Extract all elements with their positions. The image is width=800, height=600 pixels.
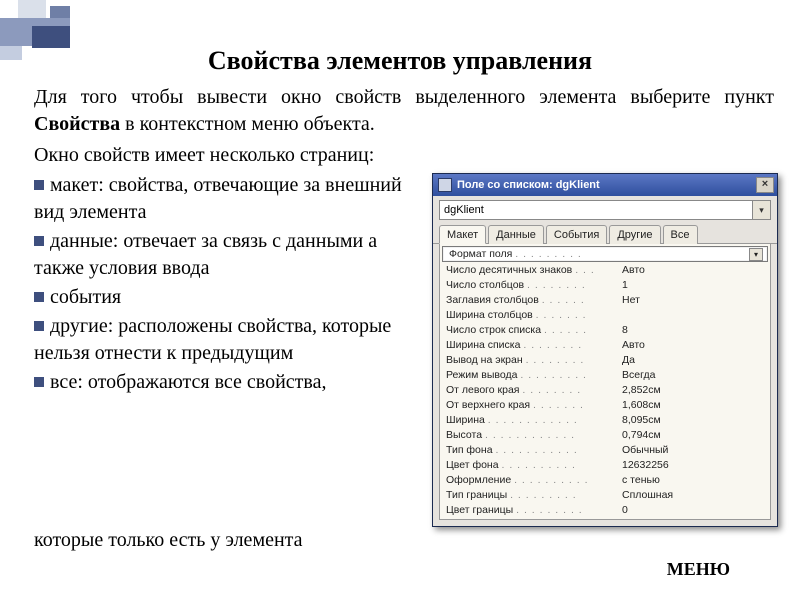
- window-title: Поле со списком: dgKlient: [457, 179, 751, 191]
- property-name: Тип границы . . . . . . . . .: [446, 489, 622, 501]
- tab-layout[interactable]: Макет: [439, 225, 486, 244]
- property-row[interactable]: От левого края . . . . . . . . 2,852см: [440, 382, 770, 397]
- property-row[interactable]: Цвет фона . . . . . . . . . . 12632256: [440, 457, 770, 472]
- bullet-list: макет: свойства, отвечающие за внешний в…: [34, 171, 422, 397]
- property-value[interactable]: 1,608см: [622, 399, 766, 411]
- property-name: Вывод на экран . . . . . . . .: [446, 354, 622, 366]
- object-selector[interactable]: ▾: [439, 200, 771, 220]
- property-row[interactable]: От верхнего края . . . . . . . 1,608см: [440, 397, 770, 412]
- property-value[interactable]: Авто: [622, 339, 766, 351]
- property-value[interactable]: 2,852см: [622, 384, 766, 396]
- properties-window: Поле со списком: dgKlient × ▾ Макет Данн…: [432, 173, 778, 527]
- property-value[interactable]: Нет: [622, 294, 766, 306]
- property-name: Ширина столбцов . . . . . . .: [446, 309, 622, 321]
- property-name: Оформление . . . . . . . . . .: [446, 474, 622, 486]
- property-name: Ширина списка . . . . . . . .: [446, 339, 622, 351]
- property-row[interactable]: Оформление . . . . . . . . . . с тенью: [440, 472, 770, 487]
- property-name: Заглавия столбцов . . . . . .: [446, 294, 622, 306]
- property-value[interactable]: с тенью: [622, 474, 766, 486]
- property-row[interactable]: Цвет границы . . . . . . . . . 0: [440, 502, 770, 517]
- property-name: Число столбцов . . . . . . . .: [446, 279, 622, 291]
- menu-link[interactable]: МЕНЮ: [667, 559, 730, 580]
- list-item: макет: свойства, отвечающие за внешний в…: [34, 171, 422, 227]
- property-name: От левого края . . . . . . . .: [446, 384, 622, 396]
- property-name: Тип фона . . . . . . . . . . .: [446, 444, 622, 456]
- property-value[interactable]: 8,095см: [622, 414, 766, 426]
- property-name: Цвет фона . . . . . . . . . .: [446, 459, 622, 471]
- list-item: данные: отвечает за связь с данными а та…: [34, 227, 422, 283]
- tab-other[interactable]: Другие: [609, 225, 660, 244]
- subheading: Окно свойств имеет несколько страниц:: [0, 138, 800, 171]
- property-row[interactable]: Формат поля . . . . . . . . . ▾: [442, 246, 768, 262]
- property-row[interactable]: Тип фона . . . . . . . . . . . Обычный: [440, 442, 770, 457]
- property-row[interactable]: Вывод на экран . . . . . . . . Да: [440, 352, 770, 367]
- property-name: От верхнего края . . . . . . .: [446, 399, 622, 411]
- tabs-bar: Макет Данные События Другие Все: [433, 224, 777, 244]
- property-name: Число десятичных знаков . . .: [446, 264, 622, 276]
- property-value[interactable]: 0,794см: [622, 429, 766, 441]
- titlebar[interactable]: Поле со списком: dgKlient ×: [433, 174, 777, 196]
- tab-all[interactable]: Все: [663, 225, 698, 244]
- property-row[interactable]: Тип границы . . . . . . . . . Сплошная: [440, 487, 770, 502]
- property-name: Число строк списка . . . . . .: [446, 324, 622, 336]
- property-value[interactable]: Да: [622, 354, 766, 366]
- tail-line: которые только есть у элемента: [0, 527, 800, 554]
- property-row[interactable]: Ширина списка . . . . . . . . Авто: [440, 337, 770, 352]
- property-value[interactable]: Обычный: [622, 444, 766, 456]
- property-name: Цвет границы . . . . . . . . .: [446, 504, 622, 516]
- property-value[interactable]: 8: [622, 324, 766, 336]
- property-name: Высота . . . . . . . . . . . .: [446, 429, 622, 441]
- list-item: все: отображаются все свойства,: [34, 368, 422, 397]
- list-item: другие: расположены свойства, которые не…: [34, 312, 422, 368]
- property-row[interactable]: Число столбцов . . . . . . . . 1: [440, 277, 770, 292]
- tab-data[interactable]: Данные: [488, 225, 544, 244]
- property-value[interactable]: Сплошная: [622, 489, 766, 501]
- tab-events[interactable]: События: [546, 225, 607, 244]
- page-title: Свойства элементов управления: [0, 0, 800, 84]
- property-value[interactable]: Авто: [622, 264, 766, 276]
- property-value[interactable]: Всегда: [622, 369, 766, 381]
- object-selector-input[interactable]: [439, 200, 753, 220]
- property-value[interactable]: 12632256: [622, 459, 766, 471]
- property-value[interactable]: 0: [622, 504, 766, 516]
- intro-paragraph: Для того чтобы вывести окно свойств выде…: [0, 84, 800, 138]
- property-row[interactable]: Заглавия столбцов . . . . . . Нет: [440, 292, 770, 307]
- window-icon: [438, 178, 452, 192]
- property-row[interactable]: Ширина . . . . . . . . . . . . 8,095см: [440, 412, 770, 427]
- list-item: события: [34, 283, 422, 312]
- chevron-down-icon[interactable]: ▾: [749, 248, 763, 261]
- property-value[interactable]: 1: [622, 279, 766, 291]
- property-name: Формат поля . . . . . . . . .: [449, 248, 625, 260]
- property-row[interactable]: Режим вывода . . . . . . . . . Всегда: [440, 367, 770, 382]
- property-row[interactable]: Высота . . . . . . . . . . . . 0,794см: [440, 427, 770, 442]
- property-name: Режим вывода . . . . . . . . .: [446, 369, 622, 381]
- close-icon[interactable]: ×: [756, 177, 774, 193]
- property-row[interactable]: Ширина столбцов . . . . . . .: [440, 307, 770, 322]
- property-value[interactable]: ▾: [625, 248, 763, 261]
- decorative-corner: [0, 0, 110, 60]
- property-name: Ширина . . . . . . . . . . . .: [446, 414, 622, 426]
- chevron-down-icon[interactable]: ▾: [753, 200, 771, 220]
- properties-panel: Формат поля . . . . . . . . . ▾Число дес…: [439, 244, 771, 520]
- property-row[interactable]: Число десятичных знаков . . . Авто: [440, 262, 770, 277]
- property-row[interactable]: Число строк списка . . . . . . 8: [440, 322, 770, 337]
